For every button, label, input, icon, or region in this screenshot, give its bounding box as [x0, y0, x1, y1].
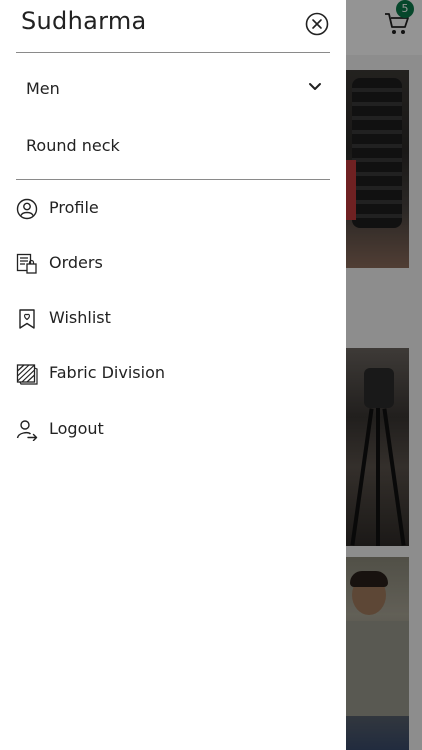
orders-icon — [16, 253, 37, 274]
menu-item-logout[interactable]: Logout — [16, 417, 316, 445]
wishlist-icon — [19, 309, 35, 329]
divider — [16, 179, 330, 180]
category-men[interactable]: Men — [26, 79, 60, 98]
chevron-down-icon[interactable] — [308, 82, 322, 92]
category-round-neck[interactable]: Round neck — [26, 136, 120, 155]
menu-item-wishlist[interactable]: Wishlist — [16, 306, 316, 334]
menu-label: Profile — [49, 198, 99, 217]
close-icon[interactable] — [305, 12, 329, 36]
menu-label: Fabric Division — [49, 363, 165, 382]
divider — [16, 52, 330, 53]
menu-label: Wishlist — [49, 308, 111, 327]
drawer-title: Sudharma — [21, 7, 147, 35]
fabric-icon — [16, 364, 38, 385]
menu-item-fabric-division[interactable]: Fabric Division — [16, 361, 316, 389]
menu-item-orders[interactable]: Orders — [16, 251, 316, 279]
menu-label: Orders — [49, 253, 103, 272]
navigation-drawer: Sudharma Men Round neck Profile Orders W… — [0, 0, 346, 750]
menu-label: Logout — [49, 419, 104, 438]
user-icon — [16, 198, 38, 220]
logout-icon — [16, 420, 38, 441]
menu-item-profile[interactable]: Profile — [16, 196, 316, 224]
